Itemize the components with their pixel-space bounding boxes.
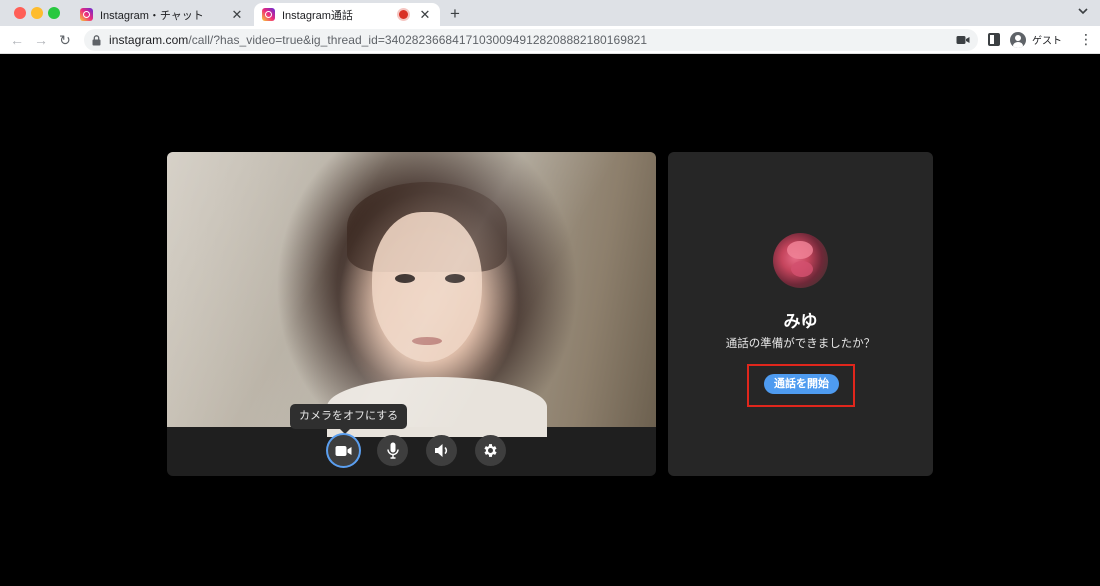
- url-text: instagram.com/call/?has_video=true&ig_th…: [109, 33, 647, 47]
- camera-toggle-button[interactable]: [328, 435, 359, 466]
- window-zoom-button[interactable]: [48, 7, 60, 19]
- browser-toolbar: ← → ↻ instagram.com/call/?has_video=true…: [0, 26, 1100, 54]
- gear-icon: [484, 444, 497, 457]
- recording-indicator-icon: [399, 10, 408, 19]
- tab-search-chevron-icon[interactable]: [1078, 6, 1088, 16]
- lock-icon[interactable]: [92, 34, 101, 46]
- tab-instagram-chat[interactable]: Instagram・チャット ✕: [72, 3, 252, 26]
- tab-instagram-call[interactable]: Instagram通話 ✕: [254, 3, 440, 26]
- profile-button[interactable]: ゲスト: [1006, 29, 1070, 50]
- callee-avatar: [773, 233, 828, 288]
- tab-title: Instagram・チャット: [100, 9, 204, 22]
- instagram-icon: [80, 8, 93, 21]
- microphone-icon: [386, 442, 399, 459]
- guest-avatar-icon: [1010, 31, 1026, 48]
- settings-button[interactable]: [475, 435, 506, 466]
- url-host: instagram.com: [109, 33, 189, 47]
- url-path: /call/?has_video=true&ig_thread_id=34028…: [188, 33, 648, 47]
- camera-preview: [167, 152, 656, 437]
- side-panel-icon[interactable]: [988, 33, 1000, 46]
- tab-close-icon[interactable]: ✕: [230, 7, 244, 23]
- forward-arrow-icon[interactable]: →: [33, 32, 49, 48]
- profile-label: ゲスト: [1032, 36, 1062, 47]
- camera-icon: [335, 445, 352, 456]
- back-arrow-icon[interactable]: ←: [9, 32, 25, 48]
- tab-close-icon[interactable]: ✕: [418, 7, 432, 23]
- camera-in-use-icon[interactable]: [956, 34, 970, 46]
- new-tab-button[interactable]: +: [446, 4, 464, 24]
- menu-kebab-icon[interactable]: ⋮: [1079, 32, 1093, 46]
- microphone-toggle-button[interactable]: [377, 435, 408, 466]
- instagram-icon: [262, 8, 275, 21]
- window-close-button[interactable]: [14, 7, 26, 19]
- local-video-card: [167, 152, 656, 476]
- callee-name: みゆ: [783, 312, 818, 331]
- start-call-button[interactable]: 通話を開始: [764, 374, 839, 394]
- camera-tooltip: カメラをオフにする: [290, 404, 408, 434]
- reload-icon[interactable]: ↻: [57, 32, 73, 48]
- ready-prompt: 通話の準備ができましたか？: [725, 338, 876, 350]
- address-bar[interactable]: instagram.com/call/?has_video=true&ig_th…: [84, 29, 978, 51]
- call-ready-card: みゆ 通話の準備ができましたか？: [668, 152, 933, 476]
- speaker-toggle-button[interactable]: [426, 435, 457, 466]
- preview-glare: [167, 152, 656, 427]
- tab-strip: Instagram・チャット ✕ Instagram通話 ✕ +: [0, 0, 1100, 26]
- window-minimize-button[interactable]: [31, 7, 43, 19]
- speaker-icon: [434, 444, 447, 457]
- tab-title: Instagram通話: [282, 9, 353, 22]
